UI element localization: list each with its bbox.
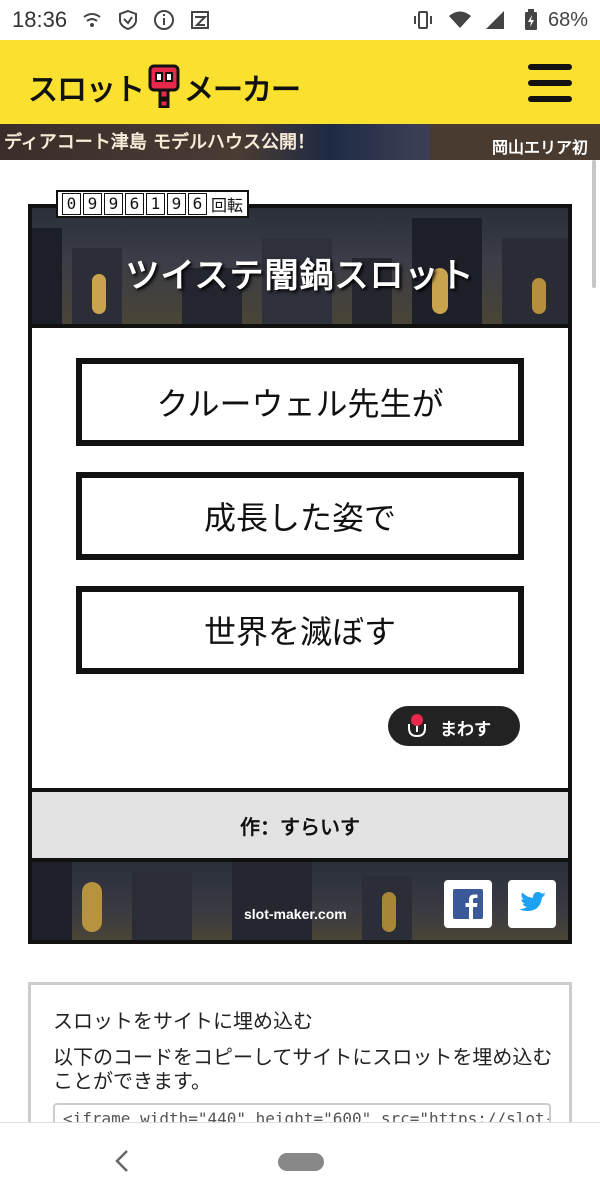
facebook-share-button[interactable]	[444, 880, 492, 928]
logo-text-left: スロット	[28, 73, 145, 108]
counter-digit: 9	[104, 193, 123, 215]
reel-3: 世界を滅ぼす	[76, 586, 524, 674]
system-nav-bar	[0, 1122, 600, 1200]
title-band: ツイステ闇鍋スロット	[32, 208, 568, 324]
counter-digit: 6	[125, 193, 144, 215]
twitter-icon	[519, 892, 546, 911]
menu-line-icon	[528, 80, 572, 86]
status-time: 18:36	[12, 7, 68, 32]
app-notification-icon	[189, 9, 211, 31]
ad-left-text: ディアコート津島 モデルハウス公開！	[4, 132, 316, 153]
embed-title: スロットをサイトに埋め込む	[53, 1009, 313, 1033]
vibrate-icon	[412, 9, 434, 31]
counter-digit: 0	[62, 193, 81, 215]
counter-digit: 1	[146, 193, 165, 215]
reel-1: クルーウェル先生が	[76, 358, 524, 446]
divider	[32, 324, 568, 328]
card-footer: slot-maker.com	[32, 862, 568, 940]
counter-unit: 回転	[211, 196, 244, 215]
ad-banner[interactable]: ディアコート津島 モデルハウス公開！ 岡山エリア初	[0, 124, 600, 160]
embed-description: 以下のコードをコピーしてサイトにスロットを埋め込むことができます。	[53, 1045, 553, 1093]
hamburger-menu-button[interactable]	[528, 64, 572, 102]
mascot-icon	[146, 64, 182, 109]
facebook-icon	[453, 889, 483, 919]
lever-icon	[408, 714, 426, 738]
wifi-icon	[448, 9, 471, 31]
battery-icon	[520, 9, 542, 31]
cell-signal-icon	[484, 9, 506, 31]
site-url[interactable]: slot-maker.com	[244, 906, 347, 922]
slot-title: ツイステ闇鍋スロット	[125, 256, 475, 296]
menu-line-icon	[528, 96, 572, 102]
author-bar: 作：すらいす	[32, 792, 568, 858]
shield-icon	[117, 9, 139, 31]
info-icon	[153, 9, 175, 31]
slot-machine-card: ツイステ闇鍋スロット クルーウェル先生が 成長した姿で 世界を滅ぼす まわす 作…	[28, 204, 572, 944]
logo-text-right: メーカー	[184, 73, 301, 108]
counter-digit: 9	[167, 193, 186, 215]
counter-digits: 0 9 9 6 1 9 6	[62, 193, 209, 215]
spin-button[interactable]: まわす	[388, 706, 520, 746]
page-scrollbar[interactable]	[592, 160, 596, 288]
spin-label: まわす	[440, 720, 491, 740]
spin-counter: 0 9 9 6 1 9 6 回転	[56, 190, 250, 218]
counter-digit: 6	[188, 193, 207, 215]
back-icon[interactable]	[112, 1147, 132, 1182]
site-header: スロット メーカー	[0, 40, 600, 124]
status-bar: 18:36 68%	[0, 0, 600, 40]
reel-2: 成長した姿で	[76, 472, 524, 560]
ad-right-text: 岡山エリア初	[491, 138, 588, 157]
battery-percent: 68%	[547, 8, 588, 31]
site-logo[interactable]: スロット メーカー	[28, 58, 301, 109]
signal-app-icon	[81, 9, 103, 31]
counter-digit: 9	[83, 193, 102, 215]
home-pill-button[interactable]	[278, 1153, 324, 1171]
menu-line-icon	[528, 64, 572, 70]
twitter-share-button[interactable]	[508, 880, 556, 928]
